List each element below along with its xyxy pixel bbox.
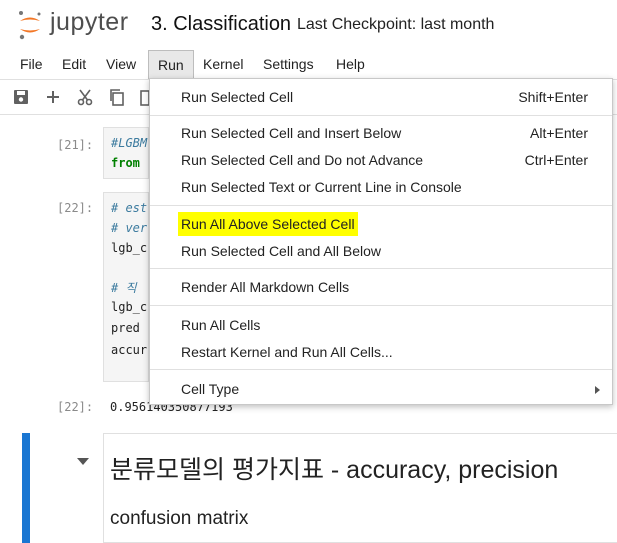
menu-run[interactable]: Run bbox=[148, 50, 194, 79]
menu-divider bbox=[150, 268, 612, 269]
collapse-heading-icon[interactable] bbox=[77, 458, 89, 465]
submenu-arrow-icon bbox=[595, 386, 600, 394]
markdown-subheading: confusion matrix bbox=[110, 508, 249, 529]
run-menu-item[interactable]: Run All Cells bbox=[150, 313, 612, 337]
code-line: # est bbox=[111, 201, 148, 215]
menu-settings[interactable]: Settings bbox=[254, 50, 323, 79]
menu-divider bbox=[150, 305, 612, 306]
code-line: # 직 bbox=[111, 281, 137, 295]
cell-22-prompt: [22]: bbox=[57, 201, 94, 215]
menu-help[interactable]: Help bbox=[327, 50, 374, 79]
run-menu-item[interactable]: Restart Kernel and Run All Cells... bbox=[150, 340, 612, 364]
run-menu-item[interactable]: Run Selected Cell and Do not Advance Ctr… bbox=[150, 148, 612, 172]
menu-divider bbox=[150, 369, 612, 370]
run-menu-item[interactable]: Run Selected Cell Shift+Enter bbox=[150, 85, 612, 109]
jupyter-logo-text: jupyter bbox=[50, 8, 129, 36]
code-line: lgb_c bbox=[111, 300, 148, 314]
menu-item-shortcut: Shift+Enter bbox=[518, 89, 588, 105]
active-cell-indicator[interactable] bbox=[22, 433, 30, 543]
run-menu-item[interactable]: Run Selected Cell and All Below bbox=[150, 239, 612, 263]
menu-file[interactable]: File bbox=[11, 50, 52, 79]
jupyter-logo-icon[interactable] bbox=[17, 10, 43, 40]
run-menu-item-submenu[interactable]: Cell Type bbox=[150, 377, 612, 401]
run-menu-item[interactable]: Render All Markdown Cells bbox=[150, 275, 612, 299]
menu-divider bbox=[150, 115, 612, 116]
cell-21-prompt: [21]: bbox=[57, 138, 94, 152]
run-menu-item[interactable]: Run Selected Text or Current Line in Con… bbox=[150, 175, 612, 199]
code-line: # ver bbox=[111, 221, 148, 235]
notebook-title[interactable]: 3. Classification bbox=[151, 13, 291, 36]
menu-item-label: Run All Above Selected Cell bbox=[178, 212, 358, 236]
cell-22-output-prompt: [22]: bbox=[57, 400, 94, 414]
menu-item-label: Run Selected Cell and Insert Below bbox=[181, 125, 402, 141]
menu-item-label: Cell Type bbox=[181, 381, 240, 397]
menu-item-label: Run Selected Cell and All Below bbox=[181, 243, 382, 259]
menu-item-label: Run All Cells bbox=[181, 317, 261, 333]
menu-item-label: Render All Markdown Cells bbox=[181, 279, 350, 295]
menu-edit[interactable]: Edit bbox=[53, 50, 95, 79]
menu-bar: File Edit View Run Kernel Settings Help bbox=[0, 50, 617, 80]
menu-item-shortcut: Alt+Enter bbox=[530, 125, 588, 141]
run-menu-item-highlighted[interactable]: Run All Above Selected Cell bbox=[150, 212, 612, 236]
run-menu-dropdown: Run Selected Cell Shift+Enter Run Select… bbox=[149, 78, 613, 405]
code-line: pred bbox=[111, 321, 140, 335]
code-line: from bbox=[111, 156, 140, 170]
menu-item-label: Run Selected Text or Current Line in Con… bbox=[181, 179, 462, 195]
markdown-cell[interactable]: 분류모델의 평가지표 - accuracy, precision confusi… bbox=[103, 433, 617, 543]
markdown-heading: 분류모델의 평가지표 - accuracy, precision bbox=[110, 456, 559, 484]
code-line: #LGBM bbox=[111, 136, 148, 150]
run-menu-item[interactable]: Run Selected Cell and Insert Below Alt+E… bbox=[150, 121, 612, 145]
menu-item-shortcut: Ctrl+Enter bbox=[524, 152, 588, 168]
top-header: jupyter 3. Classification Last Checkpoin… bbox=[0, 0, 617, 50]
menu-kernel[interactable]: Kernel bbox=[194, 50, 252, 79]
cut-icon[interactable] bbox=[75, 87, 95, 107]
checkpoint-status: Last Checkpoint: last month bbox=[297, 16, 495, 33]
save-icon[interactable] bbox=[11, 87, 31, 107]
add-cell-icon[interactable] bbox=[43, 87, 63, 107]
paste-icon[interactable] bbox=[139, 87, 149, 107]
cell-21-input[interactable]: #LGBM from bbox=[103, 127, 149, 179]
code-line: lgb_c bbox=[111, 241, 148, 255]
code-line: accur bbox=[111, 343, 148, 357]
cell-22-input[interactable]: # est # ver lgb_c # 직 lgb_c pred accur bbox=[103, 192, 149, 382]
menu-item-label: Run Selected Cell and Do not Advance bbox=[181, 152, 424, 168]
menu-item-label: Run Selected Cell bbox=[181, 89, 294, 105]
copy-icon[interactable] bbox=[107, 87, 127, 107]
menu-divider bbox=[150, 205, 612, 206]
menu-item-label: Restart Kernel and Run All Cells... bbox=[181, 344, 393, 360]
menu-view[interactable]: View bbox=[97, 50, 145, 79]
